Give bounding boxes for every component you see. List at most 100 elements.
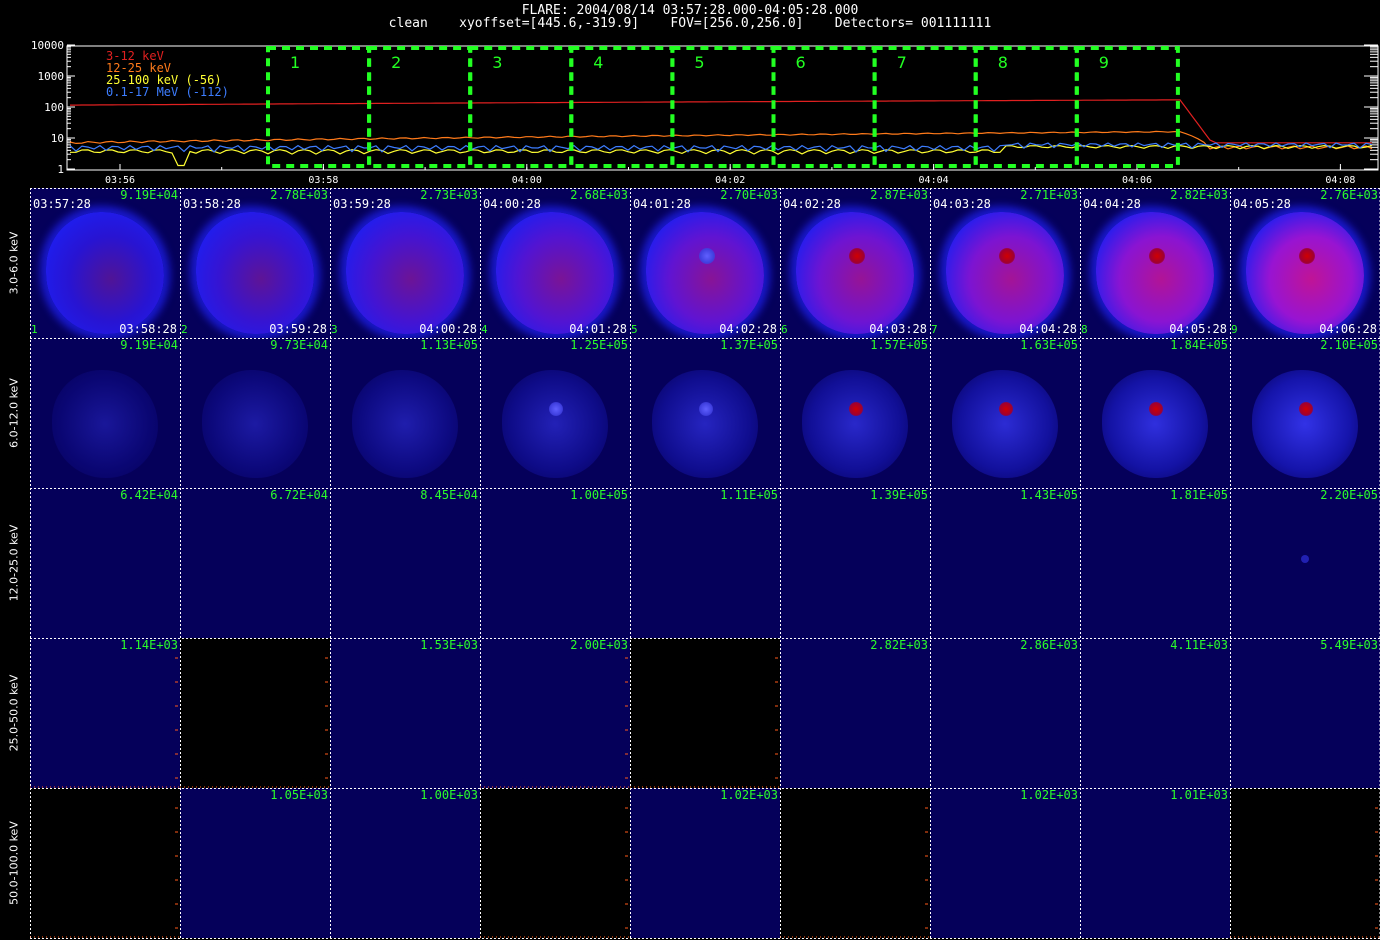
energy-band-text: 50.0-100.0 keV — [7, 821, 21, 905]
time-interval-box — [1074, 46, 1180, 168]
peak-value: 2.20E+05 — [1320, 488, 1378, 502]
energy-band-text: 6.0-12.0 keV — [7, 378, 21, 448]
peak-value: 9.19E+04 — [120, 188, 178, 202]
interval-end-time: 04:03:28 — [869, 322, 927, 336]
peak-value: 1.11E+05 — [720, 488, 778, 502]
image-cell: 2.73E+03 03:59:28 04:00:28 3 — [330, 188, 480, 338]
image-cell: 1.01E+03 — [1080, 788, 1230, 938]
image-cell: 2.70E+03 04:01:28 04:02:28 5 — [630, 188, 780, 338]
x-tick-label: 03:56 — [105, 175, 135, 186]
image-cell: 1.13E+05 — [330, 338, 480, 488]
peak-value: 1.00E+03 — [420, 788, 478, 802]
energy-band-text: 3.0-6.0 keV — [7, 231, 21, 295]
hotspot — [999, 402, 1013, 416]
peak-value: 4.11E+03 — [1170, 638, 1228, 652]
image-background — [1080, 788, 1230, 938]
interval-end-time: 04:01:28 — [569, 322, 627, 336]
peak-value: 1.02E+03 — [1020, 788, 1078, 802]
image-background — [330, 488, 480, 638]
peak-value: 1.84E+05 — [1170, 338, 1228, 352]
hotspot — [999, 248, 1015, 264]
image-background — [630, 788, 780, 938]
hotspot — [699, 248, 715, 264]
image-background — [930, 488, 1080, 638]
interval-end-time: 04:02:28 — [719, 322, 777, 336]
image-background — [780, 488, 930, 638]
image-cell: 2.82E+03 04:04:28 04:05:28 8 — [1080, 188, 1230, 338]
x-tick-label: 04:08 — [1325, 175, 1355, 186]
interval-index: 2 — [181, 323, 188, 336]
interval-start-time: 04:00:28 — [483, 197, 541, 211]
image-cell: 1.57E+05 — [780, 338, 930, 488]
energy-band-label: 25.0-50.0 keV — [0, 638, 28, 788]
interval-label: 5 — [694, 53, 704, 72]
hotspot — [549, 402, 563, 416]
peak-value: 2.87E+03 — [870, 188, 928, 202]
peak-value: 2.76E+03 — [1320, 188, 1378, 202]
energy-band-label: 12.0-25.0 keV — [0, 488, 28, 638]
interval-end-time: 04:00:28 — [419, 322, 477, 336]
interval-index: 7 — [931, 323, 938, 336]
peak-value: 1.39E+05 — [870, 488, 928, 502]
image-cell — [180, 638, 330, 788]
interval-end-time: 04:04:28 — [1019, 322, 1077, 336]
source-image — [952, 370, 1058, 478]
image-cell: 1.37E+05 — [630, 338, 780, 488]
y-tick-label: 1000 — [38, 70, 65, 83]
image-cell: 1.63E+05 — [930, 338, 1080, 488]
image-background — [630, 488, 780, 638]
image-background — [1230, 488, 1380, 638]
source-image — [202, 370, 308, 478]
image-cell: 1.02E+03 — [930, 788, 1080, 938]
image-background — [330, 788, 480, 938]
interval-end-time: 03:58:28 — [119, 322, 177, 336]
time-interval-box — [367, 46, 473, 168]
image-cell — [630, 638, 780, 788]
image-cell: 6.72E+04 — [180, 488, 330, 638]
peak-value: 6.42E+04 — [120, 488, 178, 502]
image-background — [30, 638, 180, 788]
source-image — [52, 370, 158, 478]
image-grid: 9.19E+04 03:57:28 03:58:28 1 2.78E+03 03:58:2… — [30, 188, 1380, 940]
source-image — [502, 370, 608, 478]
y-tick-label: 10 — [51, 132, 64, 145]
source-image — [1102, 370, 1208, 478]
interval-label: 4 — [593, 53, 603, 72]
interval-start-time: 04:01:28 — [633, 197, 691, 211]
interval-index: 9 — [1231, 323, 1238, 336]
peak-value: 1.05E+03 — [270, 788, 328, 802]
peak-value: 9.19E+04 — [120, 338, 178, 352]
image-cell: 1.00E+03 — [330, 788, 480, 938]
image-cell — [30, 788, 180, 938]
source-image — [1252, 370, 1358, 478]
image-cell: 1.14E+03 — [30, 638, 180, 788]
peak-value: 2.78E+03 — [270, 188, 328, 202]
image-cell — [480, 788, 630, 938]
image-background — [180, 488, 330, 638]
interval-label: 7 — [897, 53, 907, 72]
interval-end-time: 03:59:28 — [269, 322, 327, 336]
hotspot — [1299, 402, 1313, 416]
peak-value: 1.53E+03 — [420, 638, 478, 652]
peak-value: 2.00E+03 — [570, 638, 628, 652]
image-cell: 1.39E+05 — [780, 488, 930, 638]
hotspot — [849, 248, 865, 264]
energy-band-label: 6.0-12.0 keV — [0, 338, 28, 488]
peak-value: 6.72E+04 — [270, 488, 328, 502]
peak-value: 2.10E+05 — [1320, 338, 1378, 352]
peak-value: 1.63E+05 — [1020, 338, 1078, 352]
image-cell: 5.49E+03 — [1230, 638, 1380, 788]
image-background — [930, 638, 1080, 788]
image-background — [1230, 788, 1380, 938]
image-cell — [1230, 788, 1380, 938]
peak-value: 8.45E+04 — [420, 488, 478, 502]
peak-value: 2.86E+03 — [1020, 638, 1078, 652]
peak-value: 1.13E+05 — [420, 338, 478, 352]
image-cell: 6.42E+04 — [30, 488, 180, 638]
interval-start-time: 03:58:28 — [183, 197, 241, 211]
image-background — [630, 638, 780, 788]
peak-value: 1.37E+05 — [720, 338, 778, 352]
interval-start-time: 04:05:28 — [1233, 197, 1291, 211]
y-tick-label: 1 — [57, 163, 64, 176]
interval-label: 1 — [290, 53, 300, 72]
